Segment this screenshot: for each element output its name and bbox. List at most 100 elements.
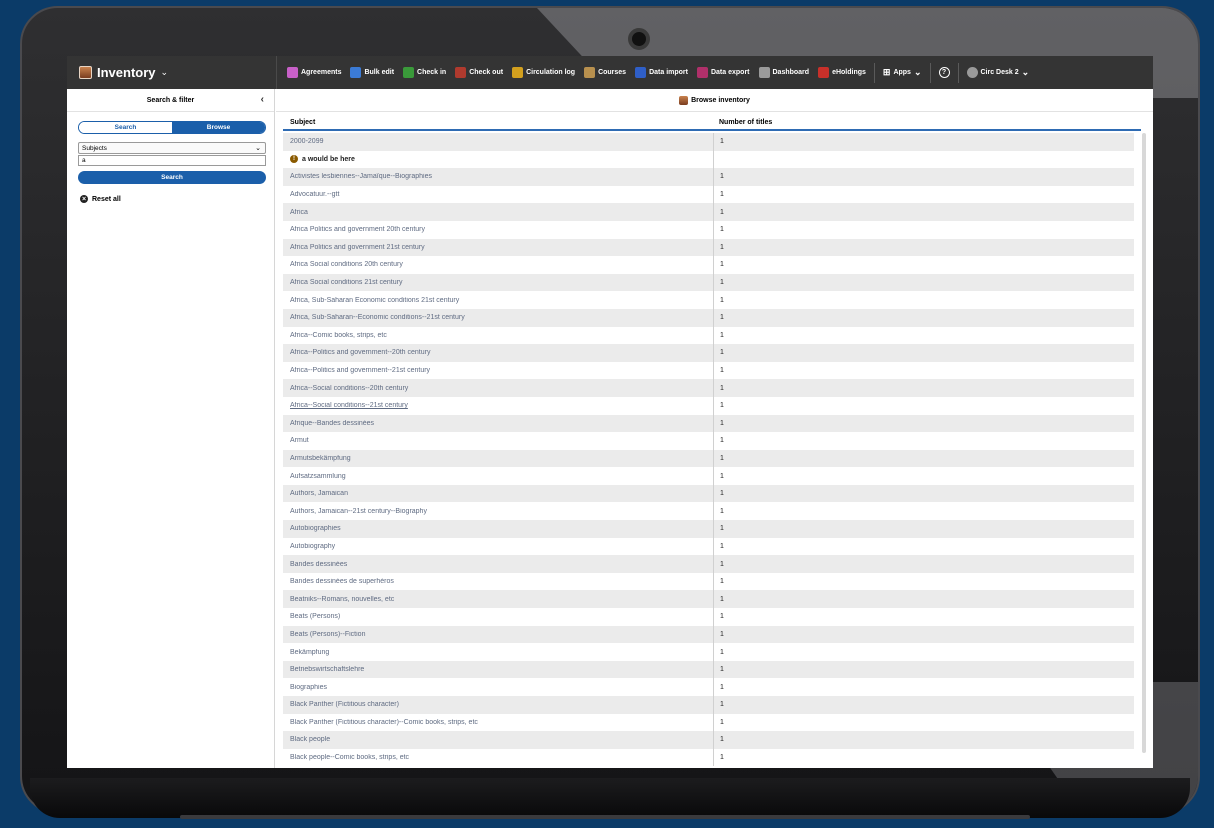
table-row[interactable]: Bekämpfung 1 xyxy=(283,643,1134,661)
browse-option-value: Subjects xyxy=(82,144,107,152)
nav-link-label: Dashboard xyxy=(772,69,810,76)
reset-all-button[interactable]: × Reset all xyxy=(80,195,121,203)
table-row[interactable]: Africa--Comic books, strips, etc 1 xyxy=(283,326,1134,345)
number-of-titles-cell: 1 xyxy=(713,643,724,661)
divider xyxy=(957,62,959,83)
table-row[interactable]: Black people--Comic books, strips, etc 1 xyxy=(283,748,1134,767)
table-row[interactable]: Africa--Social conditions--20th century 1 xyxy=(283,379,1134,397)
number-of-titles-cell: 1 xyxy=(713,220,724,239)
table-row[interactable]: Autobiography 1 xyxy=(283,537,1134,556)
data-export-icon xyxy=(696,67,708,78)
table-row[interactable]: Armut 1 xyxy=(283,432,1134,450)
search-tab[interactable]: Search xyxy=(79,122,172,133)
collapse-pane-icon[interactable]: ‹ xyxy=(261,94,264,105)
table-row[interactable]: Beatniks--Romans, nouvelles, etc 1 xyxy=(283,590,1134,609)
scrollbar[interactable] xyxy=(1142,133,1146,753)
table-row[interactable]: 2000-2099 1 xyxy=(283,133,1134,151)
column-header-number-of-titles[interactable]: Number of titles xyxy=(713,119,772,126)
table-row[interactable]: Aufsatzsammlung 1 xyxy=(283,467,1134,485)
number-of-titles-cell: 1 xyxy=(713,520,724,538)
table-row[interactable]: Black Panther (Fictitious character) 1 xyxy=(283,696,1134,714)
table-row[interactable]: Biographies 1 xyxy=(283,678,1134,696)
number-of-titles-cell: 1 xyxy=(713,238,724,257)
table-row[interactable]: Activistes lesbiennes--Jamaïque--Biograp… xyxy=(283,168,1134,186)
table-row[interactable]: Armutsbekämpfung 1 xyxy=(283,449,1134,468)
eholdings-icon xyxy=(818,67,830,78)
browse-tab[interactable]: Browse xyxy=(172,122,265,133)
placeholder-row[interactable]: ! a would be here xyxy=(283,150,1134,169)
table-row[interactable]: Africa, Sub-Saharan--Economic conditions… xyxy=(283,308,1134,327)
subject-cell: Activistes lesbiennes--Jamaïque--Biograp… xyxy=(290,173,433,181)
nav-right: ⊞ Apps ⌄ ? Circ Desk 2 ⌄ xyxy=(873,62,1029,83)
subject-cell: Africa, Sub-Saharan Economic conditions … xyxy=(290,296,460,304)
table-row[interactable]: Bandes dessinées de superhéros 1 xyxy=(283,572,1134,591)
number-of-titles-cell: 1 xyxy=(713,185,724,204)
user-menu-button[interactable]: Circ Desk 2 ⌄ xyxy=(966,67,1029,78)
table-row[interactable]: Authors, Jamaican 1 xyxy=(283,484,1134,503)
subject-cell: Bandes dessinées xyxy=(290,560,348,568)
table-row[interactable]: Africa Politics and government 21st cent… xyxy=(283,238,1134,257)
number-of-titles-cell: 1 xyxy=(713,256,724,274)
table-row[interactable]: Africa--Politics and government--20th ce… xyxy=(283,344,1134,362)
column-header-subject[interactable]: Subject xyxy=(283,119,713,126)
table-row[interactable]: Black Panther (Fictitious character)--Co… xyxy=(283,713,1134,732)
nav-link-dashboard[interactable]: Dashboard xyxy=(758,67,810,78)
number-of-titles-cell: 1 xyxy=(713,291,724,309)
number-of-titles-cell xyxy=(713,150,720,169)
nav-link-eholdings[interactable]: eHoldings xyxy=(818,67,866,78)
chevron-down-icon: ⌄ xyxy=(160,67,169,77)
nav-link-label: Data export xyxy=(710,69,750,76)
dashboard-icon xyxy=(758,67,770,78)
subject-cell: Africa--Politics and government--21st ce… xyxy=(290,367,431,375)
table-row[interactable]: Advocatuur.--gtt 1 xyxy=(283,185,1134,204)
table-row[interactable]: Beats (Persons)--Fiction 1 xyxy=(283,625,1134,644)
search-button[interactable]: Search xyxy=(78,171,266,184)
table-row[interactable]: Africa Social conditions 21st century 1 xyxy=(283,273,1134,292)
table-row[interactable]: Africa Social conditions 20th century 1 xyxy=(283,256,1134,274)
nav-link-data-export[interactable]: Data export xyxy=(696,67,750,78)
nav-link-courses[interactable]: Courses xyxy=(584,67,626,78)
table-row[interactable]: Africa, Sub-Saharan Economic conditions … xyxy=(283,291,1134,309)
help-icon[interactable]: ? xyxy=(938,67,950,78)
nav-link-bulk-edit[interactable]: Bulk edit xyxy=(350,67,394,78)
app-title: Inventory xyxy=(97,65,156,80)
subject-cell: Black Panther (Fictitious character)--Co… xyxy=(290,718,478,726)
laptop-base xyxy=(30,778,1190,818)
table-row[interactable]: Africa Politics and government 20th cent… xyxy=(283,220,1134,239)
number-of-titles-cell: 1 xyxy=(713,168,724,186)
number-of-titles-cell: 1 xyxy=(713,484,724,503)
number-of-titles-cell: 1 xyxy=(713,133,724,151)
table-row[interactable]: Bandes dessinées 1 xyxy=(283,555,1134,573)
check-out-icon xyxy=(455,67,467,78)
nav-link-check-in[interactable]: Check in xyxy=(403,67,446,78)
subject-cell: Advocatuur.--gtt xyxy=(290,191,340,199)
table-row[interactable]: Black people 1 xyxy=(283,731,1134,749)
table-row[interactable]: Autobiographies 1 xyxy=(283,520,1134,538)
subject-cell: Africa xyxy=(290,208,308,216)
search-input[interactable]: a xyxy=(78,155,266,166)
number-of-titles-cell: 1 xyxy=(713,748,724,767)
table-row[interactable]: Africa--Social conditions--21st century 1 xyxy=(283,396,1134,415)
nav-link-agreements[interactable]: Agreements xyxy=(287,67,341,78)
apps-menu-button[interactable]: ⊞ Apps ⌄ xyxy=(883,67,922,78)
subject-cell: Black people--Comic books, strips, etc xyxy=(290,754,410,762)
courses-icon xyxy=(584,67,596,78)
browse-option-select[interactable]: Subjects ⌄ xyxy=(78,142,266,154)
table-row[interactable]: Africa--Politics and government--21st ce… xyxy=(283,361,1134,380)
nav-link-data-import[interactable]: Data import xyxy=(635,67,688,78)
subject-cell: Africa--Comic books, strips, etc xyxy=(290,331,387,339)
subject-cell: Africa Social conditions 20th century xyxy=(290,261,403,269)
table-row[interactable]: Africa 1 xyxy=(283,203,1134,221)
results-table-body: 2000-2099 1! a would be here Activistes les… xyxy=(283,133,1134,767)
subject-cell: Authors, Jamaican xyxy=(290,490,348,498)
subject-cell: Beats (Persons)--Fiction xyxy=(290,630,366,638)
table-row[interactable]: Betriebswirtschaftslehre 1 xyxy=(283,660,1134,679)
table-row[interactable]: Afrique--Bandes dessinées 1 xyxy=(283,414,1134,433)
app-switcher[interactable]: Inventory ⌄ xyxy=(67,56,277,89)
nav-link-circulation-log[interactable]: Circulation log xyxy=(512,67,575,78)
number-of-titles-cell: 1 xyxy=(713,608,724,626)
nav-link-check-out[interactable]: Check out xyxy=(455,67,503,78)
table-row[interactable]: Beats (Persons) 1 xyxy=(283,608,1134,626)
results-pane: Browse inventory Subject Number of title… xyxy=(276,89,1153,768)
table-row[interactable]: Authors, Jamaican--21st century--Biograp… xyxy=(283,502,1134,521)
